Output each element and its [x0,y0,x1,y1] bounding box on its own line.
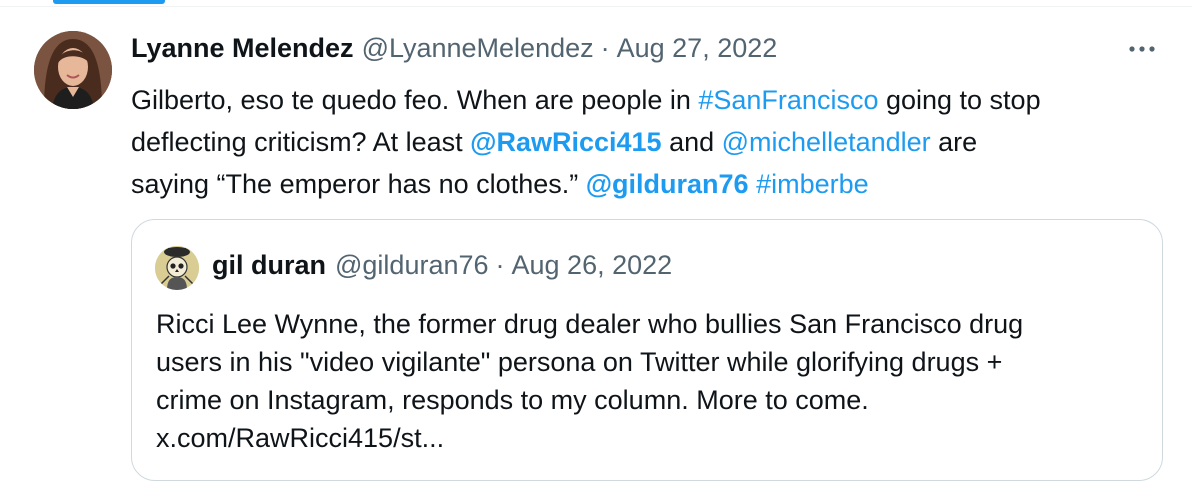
tweet-text-line: deflecting criticism? At least @RawRicci… [131,121,1171,163]
quote-author-avatar[interactable] [155,246,199,290]
hashtag-sanfrancisco-link[interactable]: #SanFrancisco [698,85,878,115]
quote-header: gil duran @gilduran76 · Aug 26, 2022 [212,250,672,281]
quote-author-name[interactable]: gil duran [212,250,326,281]
tweet[interactable]: Lyanne Melendez @LyanneMelendez · Aug 27… [0,7,1192,503]
text-segment: deflecting criticism? At least [131,127,471,157]
tweet-text-line: Gilberto, eso te quedo feo. When are peo… [131,79,1171,121]
profile-photo-avatar [34,31,112,109]
text-segment: and [661,127,722,157]
tweet-text-line: saying “The emperor has no clothes.” @gi… [131,163,1171,205]
tweet-text: Gilberto, eso te quedo feo. When are peo… [131,79,1171,205]
author-display-name[interactable]: Lyanne Melendez [131,33,354,64]
author-handle[interactable]: @LyanneMelendez [362,33,594,64]
text-segment: are [930,127,978,157]
quote-text-line: users in his "video vigilante" persona o… [156,347,1003,377]
tweet-date[interactable]: Aug 27, 2022 [617,33,778,64]
tab-active-indicator [53,0,165,4]
quote-text-line: Ricci Lee Wynne, the former drug dealer … [156,309,1024,339]
quote-header-separator: · [495,250,505,280]
header-separator: · [600,33,610,63]
quote-text: Ricci Lee Wynne, the former drug dealer … [156,305,1146,457]
skull-avatar [155,246,199,290]
quote-author-handle[interactable]: @gilduran76 [335,250,489,281]
hashtag-imberbe-link[interactable]: #imberbe [756,169,869,199]
more-horizontal-icon [1129,46,1155,52]
quote-truncated-link[interactable]: x.com/RawRicci415/st... [156,419,1146,457]
quote-date[interactable]: Aug 26, 2022 [512,250,673,281]
tweet-header: Lyanne Melendez @LyanneMelendez · Aug 27… [131,33,777,69]
text-segment [749,169,757,199]
text-segment: Gilberto, eso te quedo feo. When are peo… [131,85,699,115]
more-options-button[interactable] [1124,34,1160,64]
mention-gilduran76-link[interactable]: @gilduran76 [586,169,749,199]
text-segment: saying “The emperor has no clothes.” [131,169,586,199]
text-segment: going to stop [878,85,1041,115]
quote-text-line: crime on Instagram, responds to my colum… [156,385,869,415]
mention-rawricci415-link[interactable]: @RawRicci415 [470,127,661,157]
mention-michelletandler-link[interactable]: @michelletandler [722,127,931,157]
quoted-tweet-card[interactable]: gil duran @gilduran76 · Aug 26, 2022 Ric… [131,219,1163,481]
author-avatar[interactable] [34,31,112,109]
